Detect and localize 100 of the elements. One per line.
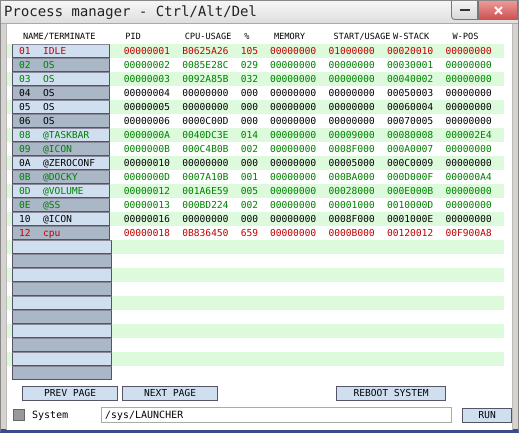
table-cell-text: 00009000 bbox=[328, 130, 376, 140]
table-cell-text: 000C4B0B bbox=[182, 144, 230, 154]
table-cell-text: 00000002 bbox=[124, 60, 171, 70]
table-cell-text: 00000000 bbox=[270, 186, 318, 196]
table-cell-text: 000BA000 bbox=[328, 172, 376, 182]
column-header: NAME/TERMINATE bbox=[22, 32, 96, 42]
table-cell-text: 00001000 bbox=[328, 200, 376, 210]
table-cell-text: 00000003 bbox=[124, 74, 171, 84]
table-cell-text: 00000004 bbox=[124, 88, 171, 98]
table-cell-text: 00F900A8 bbox=[445, 228, 493, 238]
table-cell-text: 00000000 bbox=[328, 60, 376, 70]
table-cell-text: 00000010 bbox=[124, 158, 171, 168]
run-button[interactable]: RUN bbox=[462, 408, 512, 422]
table-cell-text: 0B836450 bbox=[182, 228, 230, 238]
table-cell-text: 0092A85B bbox=[182, 74, 230, 84]
table-cell-text: 00000000 bbox=[270, 158, 318, 168]
minimize-button[interactable] bbox=[451, 1, 478, 20]
table-cell-text: 00000000 bbox=[270, 200, 318, 210]
table-cell-text: 00000000 bbox=[445, 186, 493, 196]
table-cell-text: 000BD224 bbox=[182, 200, 230, 210]
table-cell-text: 00000012 bbox=[124, 186, 171, 196]
table-cell-text: 000000A4 bbox=[445, 172, 493, 182]
table-cell-text: 00000000 bbox=[445, 200, 493, 210]
table-cell-text: 00000013 bbox=[124, 200, 171, 210]
table-cell-text: 00000000 bbox=[328, 88, 376, 98]
table-cell-text: 029 bbox=[240, 60, 260, 70]
table-cell-text: 000 bbox=[240, 116, 260, 126]
table-cell-text: 00000000 bbox=[270, 144, 318, 154]
checkbox-label: System bbox=[32, 410, 70, 420]
process-button[interactable]: 03 OS bbox=[12, 72, 110, 86]
table-cell-text: 000 bbox=[240, 214, 260, 224]
table-cell-text: 0010000D bbox=[386, 200, 434, 210]
minimize-icon bbox=[460, 8, 470, 12]
process-button[interactable]: 04 OS bbox=[12, 86, 110, 100]
table-cell-text: 00000000 bbox=[270, 102, 318, 112]
table-cell-text: 01000000 bbox=[328, 46, 376, 56]
table-cell-text: 00000000 bbox=[328, 74, 376, 84]
table-cell-text: 00000000 bbox=[445, 60, 493, 70]
process-button[interactable]: 0D @VOLUME bbox=[12, 184, 110, 198]
close-button[interactable] bbox=[478, 1, 518, 20]
table-cell-text: 000002E4 bbox=[445, 130, 493, 140]
table-cell-text: 00000000 bbox=[270, 74, 318, 84]
table-cell-text: 00020010 bbox=[386, 46, 434, 56]
table-cell-text: 00000000 bbox=[270, 214, 318, 224]
process-button[interactable]: 0A @ZEROCONF bbox=[12, 156, 110, 170]
process-button[interactable]: 01 IDLE bbox=[12, 44, 110, 58]
column-header: W-POS bbox=[452, 32, 480, 42]
prev-page-button[interactable]: PREV PAGE bbox=[22, 386, 118, 401]
table-cell-text: 00000000 bbox=[270, 60, 318, 70]
table-cell-text: 001A6E59 bbox=[182, 186, 230, 196]
table-cell-text: 0001000E bbox=[386, 214, 434, 224]
table-cell-text: 00000000 bbox=[270, 130, 318, 140]
next-page-button[interactable]: NEXT PAGE bbox=[122, 386, 218, 401]
table-cell-text: 00000018 bbox=[124, 228, 171, 238]
table-cell-text: 0000C00D bbox=[182, 116, 230, 126]
table-cell-text: 00060004 bbox=[386, 102, 434, 112]
table-cell-text: 00000000 bbox=[182, 158, 230, 168]
process-button[interactable]: 10 @ICON bbox=[12, 212, 110, 226]
table-cell-text: 0000000B bbox=[124, 144, 171, 154]
table-cell-text: 002 bbox=[240, 200, 260, 210]
table-cell-text: 0007A10B bbox=[182, 172, 230, 182]
window-title: Process manager - Ctrl/Alt/Del bbox=[3, 4, 257, 20]
table-cell-text: 00000000 bbox=[445, 158, 493, 168]
table-cell-text: 00000005 bbox=[124, 102, 171, 112]
system-checkbox[interactable] bbox=[13, 409, 25, 421]
table-cell-text: 0000B000 bbox=[328, 228, 376, 238]
table-cell-text: 00030001 bbox=[386, 60, 434, 70]
table-cell-text: 00080008 bbox=[386, 130, 434, 140]
table-cell-text: 105 bbox=[240, 46, 260, 56]
table-cell-text: 00120012 bbox=[386, 228, 434, 238]
table-cell-text: 00000000 bbox=[445, 144, 493, 154]
process-button[interactable]: 06 OS bbox=[12, 114, 110, 128]
table-cell-text: B0625A26 bbox=[182, 46, 230, 56]
table-cell-text: 00000000 bbox=[328, 116, 376, 126]
table-cell-text: 0040DC3E bbox=[182, 130, 230, 140]
table-cell-text: 00000000 bbox=[445, 214, 493, 224]
table-cell-text: 00000000 bbox=[445, 46, 493, 56]
table-cell-text: 00028000 bbox=[328, 186, 376, 196]
process-button[interactable]: 08 @TASKBAR bbox=[12, 128, 110, 142]
table-cell-text: 002 bbox=[240, 144, 260, 154]
reboot-system-button[interactable]: REBOOT SYSTEM bbox=[336, 386, 446, 401]
column-header: PID bbox=[125, 32, 142, 42]
table-cell-text: 00070005 bbox=[386, 116, 434, 126]
table-cell-text: 000D000F bbox=[386, 172, 434, 182]
table-cell-text: 00000001 bbox=[124, 46, 171, 56]
column-header: MEMORY bbox=[274, 32, 306, 42]
table-cell-text: 00040002 bbox=[386, 74, 434, 84]
table-cell-text: 00000000 bbox=[445, 74, 493, 84]
table-cell-text: 0000000D bbox=[124, 172, 171, 182]
table-cell-text: 032 bbox=[240, 74, 260, 84]
table-cell-text: 0000000A bbox=[124, 130, 171, 140]
table-cell-text: 00000000 bbox=[270, 116, 318, 126]
table-cell-text: 00000000 bbox=[445, 102, 493, 112]
table-cell-text: 001 bbox=[240, 172, 260, 182]
command-field[interactable]: /sys/LAUNCHER bbox=[100, 407, 452, 423]
table-cell-text: 659 bbox=[240, 228, 260, 238]
table-cell-text: 00000000 bbox=[182, 214, 230, 224]
table-cell-text: 00000000 bbox=[270, 46, 318, 56]
close-icon bbox=[494, 6, 502, 14]
process-button[interactable]: 05 OS bbox=[12, 100, 110, 114]
